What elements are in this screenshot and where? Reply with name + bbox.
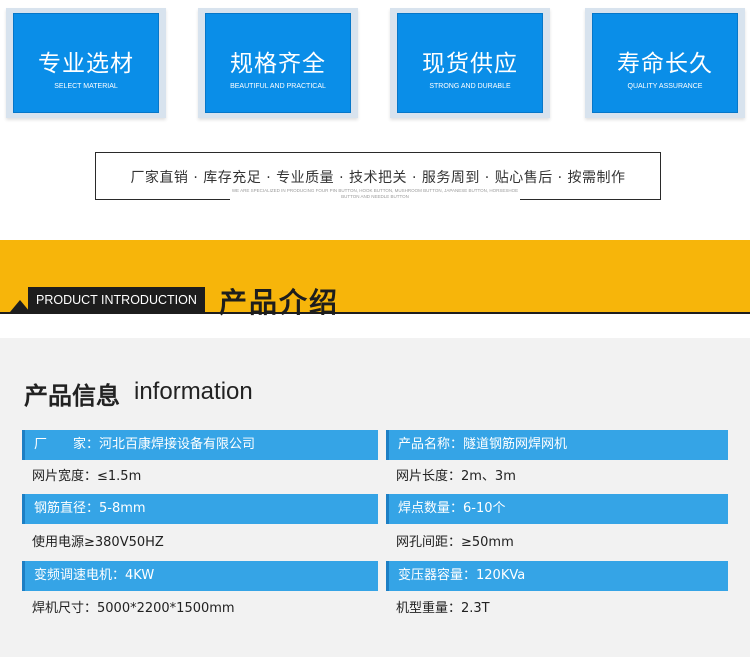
spec-row-machine-weight: 机型重量：2.3T [386, 594, 728, 624]
feature-subtitle: SELECT MATERIAL [54, 83, 118, 90]
spec-row-power-supply: 使用电源≥380V50HZ [22, 528, 378, 558]
slogan-small-print: WE ARE SPECIALIZED IN PRODUCING FOUR PIN… [230, 188, 520, 200]
feature-cards: 专业选材 SELECT MATERIAL 规格齐全 BEAUTIFUL AND … [0, 0, 750, 130]
banner-notch [10, 300, 30, 312]
spec-row-transformer: 变压器容量：120KVa [386, 561, 728, 591]
banner-bottom-strip [0, 314, 750, 332]
feature-subtitle: STRONG AND DURABLE [429, 83, 511, 90]
feature-title: 规格齐全 [230, 51, 326, 77]
feature-card-durable: 现货供应 STRONG AND DURABLE [390, 8, 550, 118]
feature-card-select-material: 专业选材 SELECT MATERIAL [6, 8, 166, 118]
spec-row-mesh-width: 网片宽度：≤1.5m [22, 462, 378, 492]
spec-row-manufacturer: 厂 家：河北百康焊接设备有限公司 [22, 430, 378, 460]
spec-row-weld-points: 焊点数量：6-10个 [386, 494, 728, 524]
feature-title: 专业选材 [38, 51, 134, 77]
feature-title: 现货供应 [422, 51, 518, 77]
feature-subtitle: QUALITY ASSURANCE [627, 83, 703, 90]
spec-row-mesh-spacing: 网孔间距：≥50mm [386, 528, 728, 558]
feature-title: 寿命长久 [617, 51, 713, 77]
spec-row-rebar-diameter: 钢筋直径：5-8mm [22, 494, 378, 524]
feature-card-beautiful: 规格齐全 BEAUTIFUL AND PRACTICAL [198, 8, 358, 118]
banner-title: 产品介绍 [219, 286, 340, 319]
slogan-text: 厂家直销 · 库存充足 · 专业质量 · 技术把关 · 服务周到 · 贴心售后 … [130, 170, 626, 186]
product-page: 专业选材 SELECT MATERIAL 规格齐全 BEAUTIFUL AND … [0, 0, 750, 657]
feature-subtitle: BEAUTIFUL AND PRACTICAL [230, 83, 326, 90]
banner-label: PRODUCT INTRODUCTION [28, 287, 205, 313]
feature-card-quality: 寿命长久 QUALITY ASSURANCE [585, 8, 745, 118]
info-heading-en: information [134, 378, 253, 405]
spec-row-machine-size: 焊机尺寸：5000*2200*1500mm [22, 594, 378, 624]
spec-row-product-name: 产品名称：隧道钢筋网焊网机 [386, 430, 728, 460]
spec-row-mesh-length: 网片长度：2m、3m [386, 462, 728, 492]
info-heading: 产品信息 [24, 382, 120, 410]
spec-row-motor: 变频调速电机：4KW [22, 561, 378, 591]
